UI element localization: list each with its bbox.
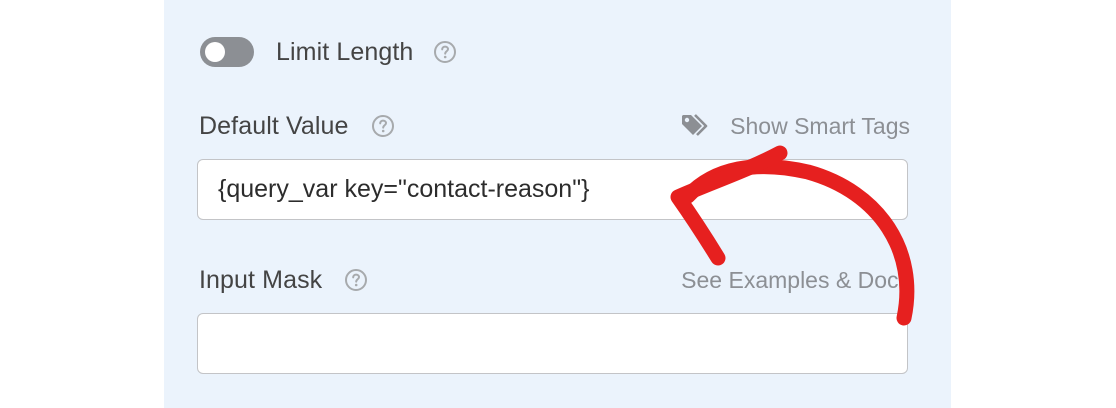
default-value-text: {query_var key="contact-reason"} <box>218 175 590 203</box>
limit-length-row: Limit Length <box>200 33 457 71</box>
input-mask-input[interactable] <box>197 313 908 374</box>
question-circle-icon[interactable] <box>344 268 368 292</box>
see-examples-docs-label: See Examples & Docs <box>681 266 910 293</box>
question-circle-icon[interactable] <box>433 40 457 64</box>
input-mask-label: Input Mask <box>199 265 323 294</box>
limit-length-label: Limit Length <box>276 37 414 66</box>
show-smart-tags-link[interactable]: Show Smart Tags <box>680 108 910 144</box>
default-value-label-row: Default Value <box>199 108 395 144</box>
toggle-knob <box>205 42 225 62</box>
see-examples-docs-link[interactable]: See Examples & Docs <box>681 262 910 298</box>
question-circle-icon[interactable] <box>371 114 395 138</box>
default-value-input[interactable]: {query_var key="contact-reason"} <box>197 159 908 220</box>
tags-icon <box>680 113 710 139</box>
stage: Limit Length Default Value Show Smart Ta… <box>0 0 1116 408</box>
input-mask-label-row: Input Mask <box>199 262 368 298</box>
default-value-label: Default Value <box>199 111 349 140</box>
show-smart-tags-label: Show Smart Tags <box>730 112 910 139</box>
limit-length-toggle[interactable] <box>200 37 254 67</box>
